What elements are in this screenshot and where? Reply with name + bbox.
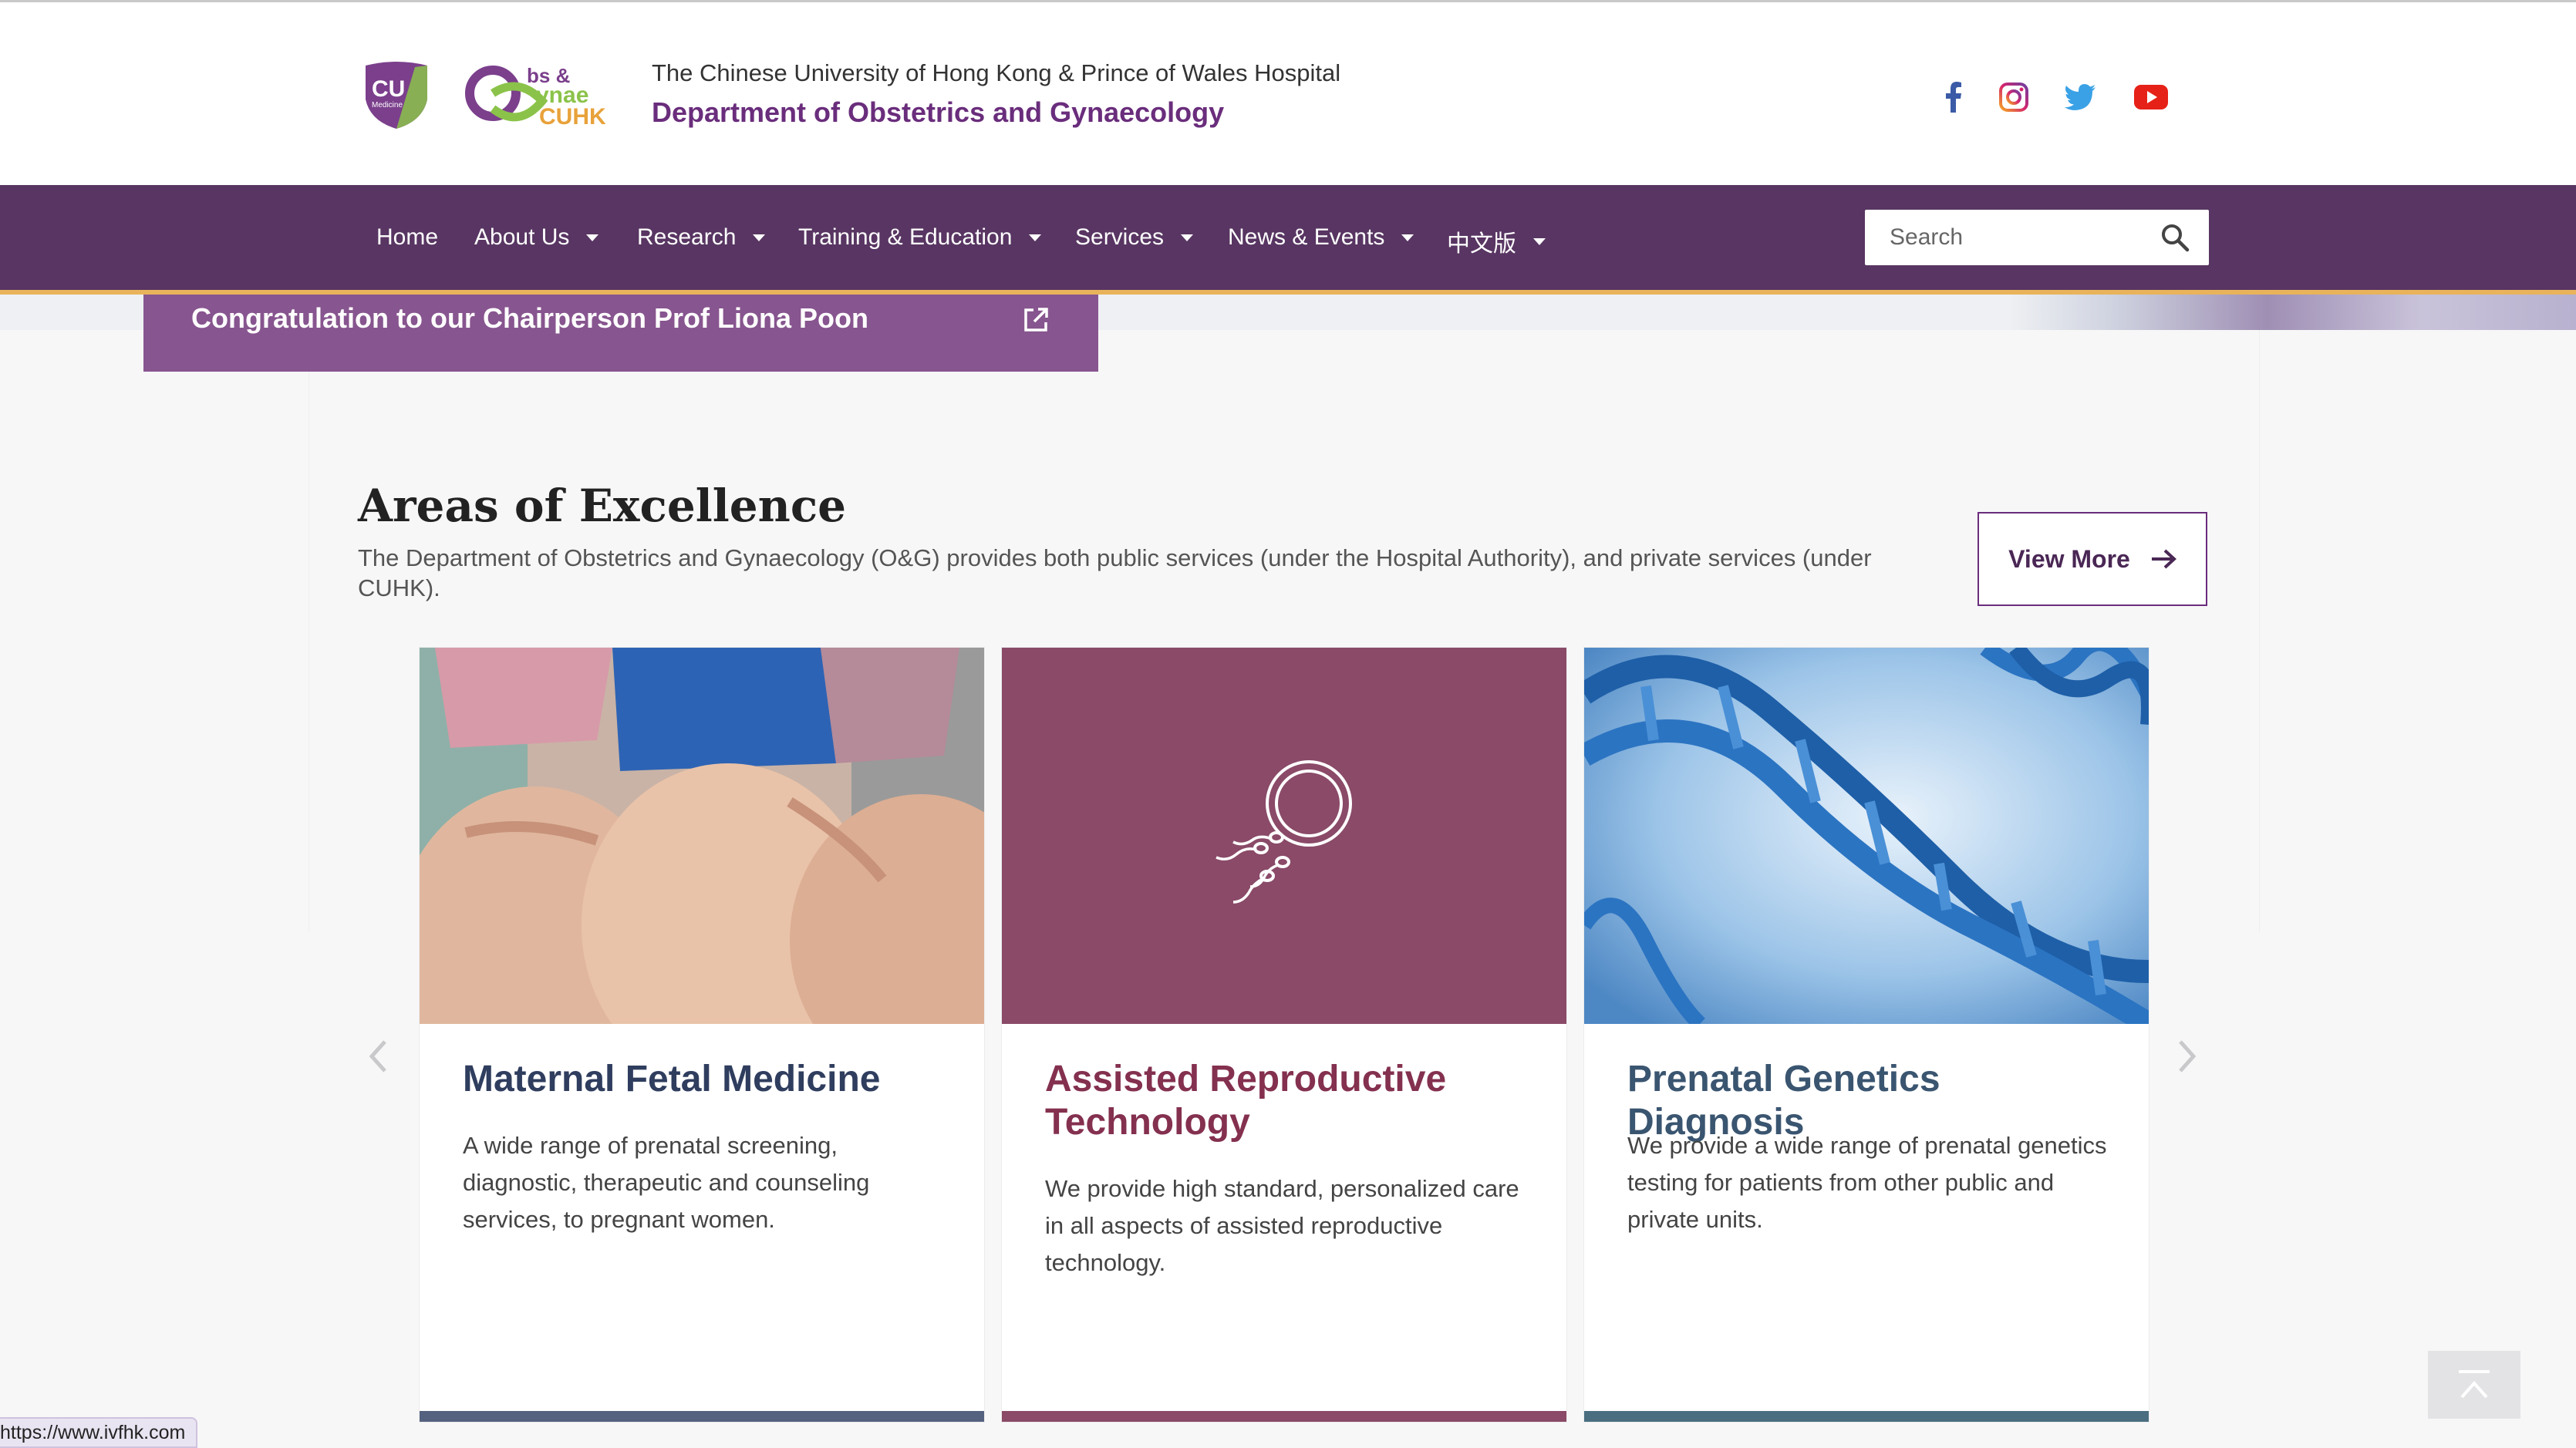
nav-item-chinese-version[interactable]: 中文版 (1447, 224, 1546, 258)
dna-helix-image (1584, 648, 2149, 1024)
nav-item-label: Research (637, 224, 737, 250)
sperm-egg-icon (1216, 760, 1352, 904)
nav-item-home[interactable]: Home (376, 224, 438, 251)
search-input[interactable] (1865, 210, 2127, 265)
view-more-button[interactable]: View More (1978, 512, 2207, 606)
search-box (1865, 210, 2209, 265)
section-title: Areas of Excellence (358, 480, 847, 532)
youtube-icon[interactable] (2133, 79, 2169, 115)
logo-cu-text: CU (372, 76, 405, 102)
arrow-up-icon (2459, 1370, 2490, 1399)
nav-item-research[interactable]: Research (637, 224, 766, 251)
card-image-panel (1002, 648, 1566, 1024)
nav-item-label: News & Events (1228, 224, 1385, 250)
arrow-right-icon (2151, 549, 2176, 569)
search-icon[interactable] (2156, 219, 2193, 256)
section-description: The Department of Obstetrics and Gynaeco… (358, 544, 1872, 601)
card-title[interactable]: Maternal Fetal Medicine (463, 1058, 956, 1101)
announcement-text: Congratulation to our Chairperson Prof L… (191, 302, 868, 334)
card-assisted-reproductive-technology[interactable]: Assisted Reproductive Technology We prov… (1002, 648, 1566, 1422)
caret-down-icon (1029, 234, 1042, 241)
obs-gynae-cuhk-logo[interactable]: bs & ynae CUHK (465, 61, 616, 130)
card-maternal-fetal-medicine[interactable]: Maternal Fetal Medicine A wide range of … (420, 648, 984, 1422)
carousel-next-arrow[interactable] (2172, 1033, 2203, 1079)
twitter-icon[interactable] (2062, 79, 2098, 115)
department-name[interactable]: Department of Obstetrics and Gynaecology (652, 96, 1224, 129)
status-bar-url: https://www.ivfhk.com (0, 1417, 198, 1448)
chevron-right-icon (2179, 1040, 2197, 1073)
external-link-icon (1024, 308, 1048, 332)
card-accent-bar (420, 1411, 984, 1422)
card-description: We provide a wide range of prenatal gene… (1627, 1132, 2107, 1233)
logo-cu-sub: Medicine (372, 101, 403, 109)
back-to-top-button[interactable] (2428, 1351, 2520, 1419)
caret-down-icon (586, 234, 599, 241)
facebook-icon[interactable] (1936, 79, 1971, 115)
card-accent-bar (1584, 1411, 2149, 1422)
nav-item-label: Training & Education (798, 224, 1013, 250)
card-description: We provide high standard, personalized c… (1045, 1175, 1519, 1276)
pregnant-women-image (420, 648, 984, 1024)
nav-item-label: Home (376, 224, 439, 250)
chevron-left-icon (369, 1040, 386, 1073)
nav-item-label: 中文版 (1447, 231, 1516, 257)
announcement-bar[interactable]: Congratulation to our Chairperson Prof L… (143, 295, 1098, 372)
nav-item-label: Services (1075, 224, 1165, 250)
carousel-prev-arrow[interactable] (362, 1033, 393, 1079)
caret-down-icon (753, 234, 766, 241)
nav-item-services[interactable]: Services (1075, 224, 1194, 251)
caret-down-icon (1533, 237, 1546, 245)
institution-name: The Chinese University of Hong Kong & Pr… (652, 59, 1341, 86)
caret-down-icon (1181, 234, 1194, 241)
logo-og-text-3: CUHK (539, 104, 606, 130)
instagram-icon[interactable] (1996, 79, 2031, 115)
card-accent-bar (1002, 1411, 1566, 1422)
card-prenatal-genetics-diagnosis[interactable]: Prenatal Genetics Diagnosis We provide a… (1584, 648, 2149, 1422)
card-title[interactable]: Assisted Reproductive Technology (1045, 1058, 1539, 1144)
caret-down-icon (1401, 234, 1414, 241)
cu-medicine-logo[interactable]: CU Medicine (361, 59, 432, 130)
site-header: CU Medicine bs & ynae CUHK The Chinese U… (0, 2, 2576, 185)
nav-item-about-us[interactable]: About Us (474, 224, 599, 251)
view-more-label: View More (2008, 544, 2130, 573)
card-description: A wide range of prenatal screening, diag… (463, 1132, 870, 1233)
nav-item-training-education[interactable]: Training & Education (798, 224, 1042, 251)
nav-item-news-events[interactable]: News & Events (1228, 224, 1414, 251)
nav-item-label: About Us (474, 224, 570, 250)
